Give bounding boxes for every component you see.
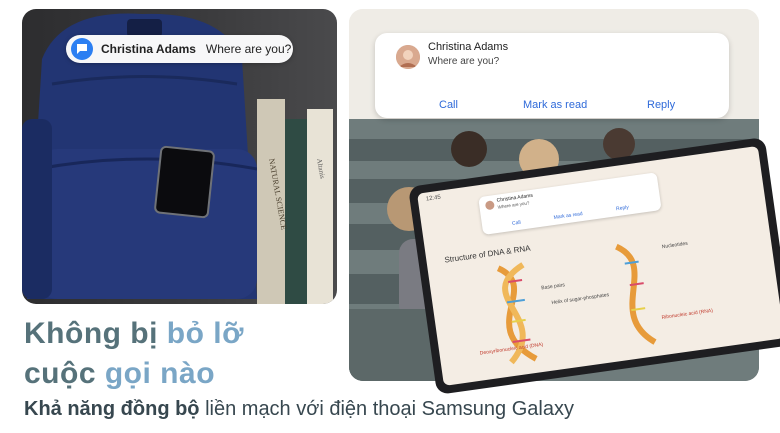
call-toast[interactable]: Christina Adams Where are you?: [66, 35, 293, 63]
call-notification[interactable]: Christina Adams Where are you? Call Mark…: [375, 33, 729, 118]
headline-line-2: cuộc gọi nào: [24, 354, 244, 394]
notes-label: Ribonucleic acid (RNA): [661, 308, 713, 321]
phone-in-pocket: [153, 145, 216, 219]
headline-accent: gọi nào: [104, 357, 216, 390]
tablet-reply-button[interactable]: Reply: [616, 204, 630, 212]
books-illustration: NATURAL SCIENCE Altanis: [257, 99, 333, 304]
tablet-status-time: 12:45: [425, 194, 442, 203]
tablet-mark-as-read-button[interactable]: Mark as read: [553, 211, 583, 221]
tablet-call-button[interactable]: Call: [512, 220, 521, 227]
reply-button[interactable]: Reply: [647, 99, 675, 111]
notes-title: Structure of DNA & RNA: [444, 244, 532, 265]
notification-message: Where are you?: [428, 56, 500, 67]
headline-accent: bỏ lỡ: [166, 317, 244, 350]
caller-avatar: [484, 200, 495, 211]
subheadline: Khả năng đồng bộ liền mạch với điện thoạ…: [24, 398, 574, 421]
headline-line-1: Không bị bỏ lỡ: [24, 314, 244, 354]
notification-sender: Christina Adams: [428, 41, 509, 53]
headline-text: Không bị: [24, 317, 167, 350]
subheadline-bold: Khả năng đồng bộ: [24, 398, 200, 420]
mark-as-read-button[interactable]: Mark as read: [523, 99, 587, 111]
headline-text: cuộc: [24, 357, 105, 390]
headline: Không bị bỏ lỡ cuộc gọi nào: [24, 314, 244, 394]
tablet-screen: 12:45 Christina Adams Where are you? Cal…: [417, 145, 780, 386]
subheadline-rest: liền mạch với điện thoại Samsung Galaxy: [199, 398, 574, 420]
notes-label: Nucleotides: [661, 241, 688, 251]
toast-sender: Christina Adams: [101, 42, 196, 56]
toast-message: Where are you?: [205, 42, 292, 56]
notes-label: Helix of sugar-phosphates: [551, 292, 610, 306]
dna-notes-illustration: Structure of DNA & RNA Nucleotides Base …: [444, 241, 714, 365]
caller-avatar: [396, 45, 420, 69]
call-button[interactable]: Call: [439, 99, 458, 111]
chat-bubble-icon: [71, 38, 93, 60]
notes-label: Base pairs: [541, 282, 566, 291]
